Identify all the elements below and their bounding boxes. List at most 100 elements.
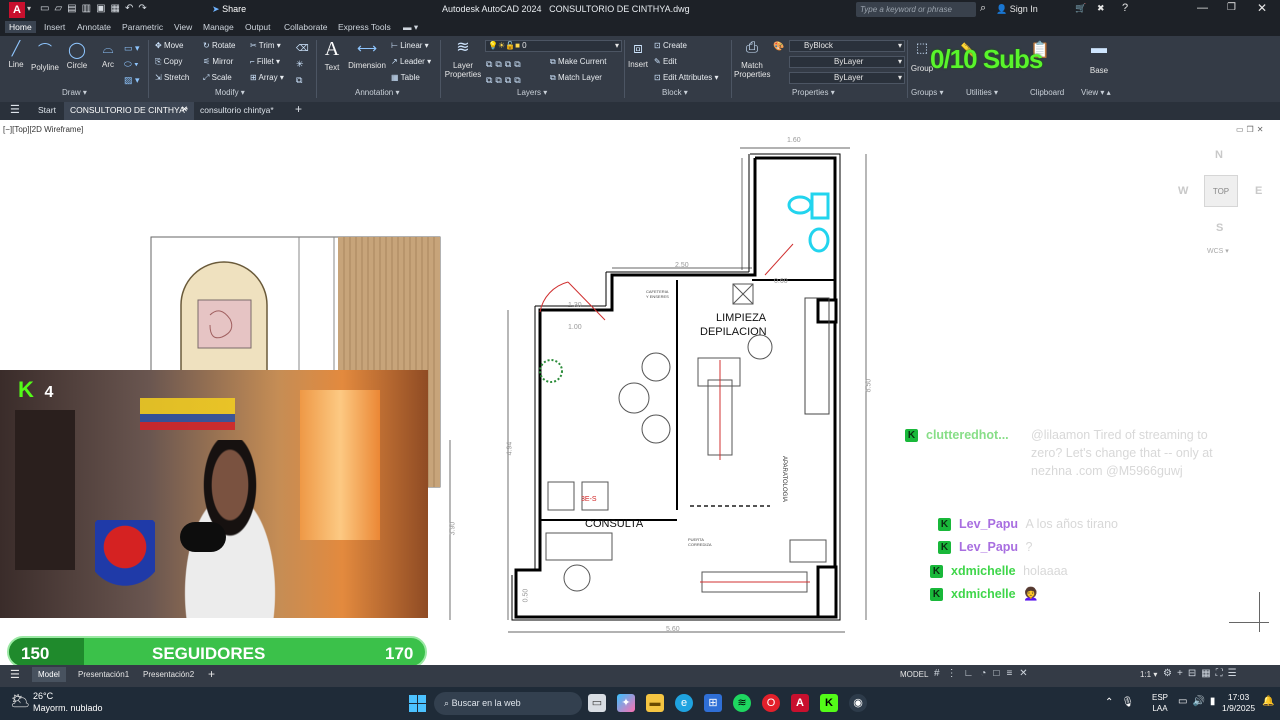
color-dropdown[interactable]: ByBlock ▾ (789, 40, 905, 52)
edit-attributes-button[interactable]: ⊡ Edit Attributes ▾ (654, 73, 719, 82)
store-icon[interactable]: ⊞ (704, 694, 722, 712)
model-space-button[interactable]: MODEL (900, 670, 928, 679)
text-button[interactable]: A Text (322, 38, 342, 72)
tab-view[interactable]: View (174, 22, 192, 32)
ortho-icon[interactable]: ∟ (964, 668, 981, 679)
tab-annotate[interactable]: Annotate (77, 22, 111, 32)
clipboard-group-label[interactable]: Clipboard (1030, 88, 1064, 97)
rotate-button[interactable]: ↻ Rotate (203, 41, 236, 50)
properties-group-label[interactable]: Properties ▾ (792, 88, 835, 97)
new-file-icon[interactable]: ▭ (40, 3, 54, 14)
create-block-button[interactable]: ⊡ Create (654, 41, 687, 50)
save-icon[interactable]: ▤ (67, 3, 81, 14)
tab-home[interactable]: Home (5, 21, 36, 33)
lineweight-icon[interactable]: ≡ (1006, 668, 1019, 679)
ellipse-icon[interactable]: ⬭ ▾ (124, 56, 140, 72)
layer-isolate-icons[interactable]: ⧉⧉⧉⧉ (486, 72, 524, 88)
ribbon-toggle-icon[interactable]: ▬ ▾ (403, 22, 418, 33)
customize-icon[interactable]: ☰ (1228, 668, 1242, 679)
weather-desc[interactable]: Mayorm. nublado (33, 703, 103, 713)
settings-icon[interactable]: ⚙ (1163, 668, 1177, 679)
save-as-icon[interactable]: ▥ (82, 3, 96, 14)
polyline-button[interactable]: ⌒ Polyline (30, 40, 60, 72)
autocad-logo[interactable]: A (9, 2, 25, 18)
tab-output[interactable]: Output (245, 22, 271, 32)
second-doc-tab[interactable]: consultorio chintya* (200, 105, 274, 115)
snap-icon[interactable]: ⋮ (947, 668, 964, 679)
cart-icon[interactable]: 🛒 (1075, 3, 1086, 14)
layer-state-icons[interactable]: ⧉⧉⧉⧉ (486, 56, 524, 72)
layer-dropdown[interactable]: 💡☀🔓■ 0 ▾ (485, 40, 622, 52)
task-view-icon[interactable]: ▭ (588, 694, 606, 712)
polar-icon[interactable]: ◔ (980, 668, 993, 679)
block-group-label[interactable]: Block ▾ (662, 88, 688, 97)
restore-button[interactable]: ❐ (1227, 2, 1236, 13)
isolate-icon[interactable]: ▦ (1201, 668, 1215, 679)
new-tab-icon[interactable]: + (295, 102, 302, 116)
start-tab[interactable]: Start (38, 105, 56, 115)
linetype-dropdown[interactable]: ByLayer ▾ (789, 56, 905, 68)
scale-button[interactable]: ⤢ Scale (203, 73, 232, 83)
opera-icon[interactable]: O (762, 694, 780, 712)
tray-chevron-icon[interactable]: ⌃ (1105, 697, 1121, 708)
minimize-button[interactable]: — (1197, 2, 1208, 14)
draw-group-label[interactable]: Draw ▾ (62, 88, 87, 97)
cloud-icon[interactable]: ▣ (96, 3, 110, 14)
dimension-button[interactable]: ⟷ Dimension (346, 40, 388, 70)
insert-button[interactable]: ⧈ Insert (627, 40, 649, 69)
leader-button[interactable]: ↗ Leader ▾ (391, 57, 431, 66)
scale-dropdown[interactable]: 1:1 ▾ (1140, 670, 1157, 679)
match-layer-button[interactable]: ⧉ Match Layer (550, 73, 602, 83)
app-menu-chevron-icon[interactable]: ▾ (27, 4, 31, 13)
fullscreen-icon[interactable]: ⛶ (1216, 668, 1228, 679)
copy-button[interactable]: ⎘ Copy (155, 57, 182, 67)
layer-properties-button[interactable]: ≋ Layer Properties (444, 39, 482, 79)
color-wheel-icon[interactable]: 🎨 (773, 41, 784, 52)
weather-icon[interactable]: 🌥 (10, 691, 30, 711)
view-group-label[interactable]: View ▾ ▴ (1081, 88, 1111, 97)
sign-in-button[interactable]: 👤 Sign In (996, 4, 1038, 15)
lineweight-dropdown[interactable]: ByLayer ▾ (789, 72, 905, 84)
presentacion1-tab[interactable]: Presentación1 (78, 670, 129, 679)
line-button[interactable]: ╱ Line (6, 40, 26, 69)
close-app-icon[interactable]: ✖ (1097, 3, 1105, 14)
system-tray-icons[interactable]: ▭🔊▮ (1178, 696, 1220, 707)
hatch-icon[interactable]: ▨ ▾ (124, 72, 140, 88)
layers-group-label[interactable]: Layers ▾ (517, 88, 547, 97)
grid-icon[interactable]: # (934, 668, 947, 679)
menu-icon[interactable]: ☰ (10, 103, 20, 116)
fillet-button[interactable]: ⌐ Fillet ▾ (250, 57, 280, 66)
close-button[interactable]: ✕ (1257, 1, 1267, 15)
autocad-taskbar-icon[interactable]: A (791, 694, 809, 712)
make-current-button[interactable]: ⧉ Make Current (550, 57, 606, 67)
annotation-scale-icon[interactable]: ✕ (1019, 668, 1034, 679)
presentacion2-tab[interactable]: Presentación2 (143, 670, 194, 679)
open-file-icon[interactable]: ▱ (54, 3, 67, 14)
explode-icon[interactable]: ✳ (296, 56, 309, 72)
utilities-group-label[interactable]: Utilities ▾ (966, 88, 998, 97)
osnap-icon[interactable]: □ (993, 668, 1006, 679)
active-doc-tab[interactable]: CONSULTORIO DE CINTHYA* ✕ (64, 102, 194, 120)
file-explorer-icon[interactable]: ▬ (646, 694, 664, 712)
mic-icon[interactable]: 🎙 (1121, 697, 1142, 708)
stretch-button[interactable]: ⇲ Stretch (155, 73, 189, 82)
taskbar-search[interactable]: ⌕ Buscar en la web (434, 692, 582, 715)
annotation-group-label[interactable]: Annotation ▾ (355, 88, 400, 97)
tab-manage[interactable]: Manage (203, 22, 234, 32)
arc-button[interactable]: ⌓ Arc (98, 40, 118, 69)
trim-button[interactable]: ✂ Trim ▾ (250, 41, 281, 50)
help-icon[interactable]: ? (1122, 2, 1128, 14)
table-button[interactable]: ▦ Table (391, 73, 420, 82)
redo-icon[interactable]: ↷ (138, 3, 151, 14)
weather-temp[interactable]: 26°C (33, 691, 53, 701)
tab-insert[interactable]: Insert (44, 22, 65, 32)
tab-collaborate[interactable]: Collaborate (284, 22, 327, 32)
plus-icon[interactable]: + (1177, 668, 1188, 679)
mirror-button[interactable]: ⚟ Mirror (203, 57, 233, 66)
circle-button[interactable]: ◯ Circle (65, 40, 89, 70)
base-button[interactable]: ▬ Base (1088, 40, 1110, 75)
spotify-icon[interactable]: ≋ (733, 694, 751, 712)
model-layout-tab[interactable]: Model (32, 667, 66, 682)
kick-studio-icon[interactable]: K (820, 694, 838, 712)
clock[interactable]: 17:03 1/9/2025 (1222, 692, 1255, 714)
